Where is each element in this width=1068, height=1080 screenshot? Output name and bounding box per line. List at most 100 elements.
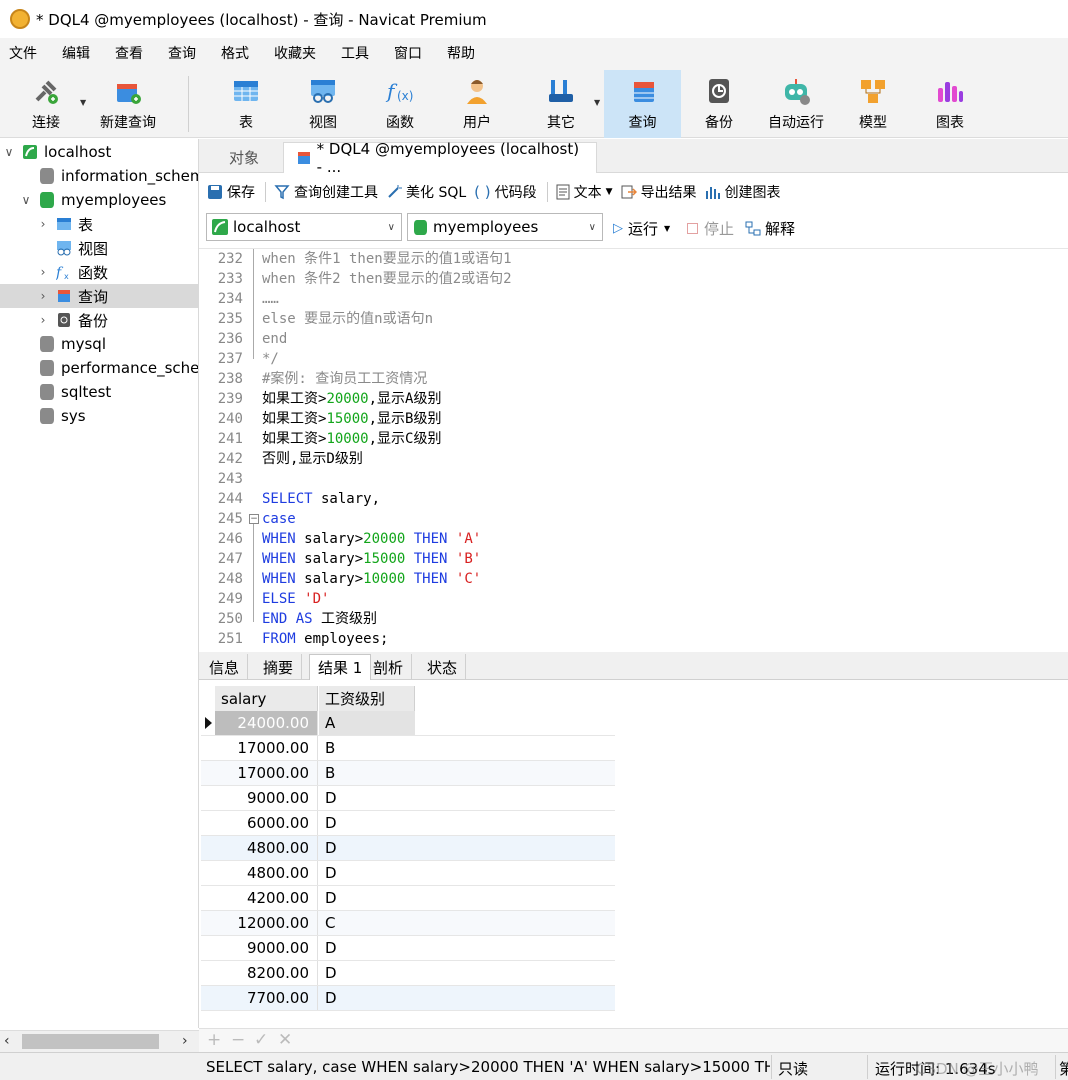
- chevron-down-icon[interactable]: ∨: [3, 145, 15, 159]
- menu-file[interactable]: 文件: [0, 38, 53, 70]
- beautify-sql-button[interactable]: 美化 SQL: [386, 182, 466, 202]
- table-row[interactable]: 6000.00 D: [201, 811, 615, 836]
- current-row-indicator-icon: [205, 717, 212, 729]
- chevron-right-icon[interactable]: ›: [37, 265, 49, 279]
- table-row[interactable]: 9000.00 D: [201, 786, 615, 811]
- run-button[interactable]: ▷ 运行 ▼: [613, 218, 670, 239]
- menu-edit[interactable]: 编辑: [53, 38, 106, 70]
- menu-tools[interactable]: 工具: [332, 38, 385, 70]
- connect-dropdown-icon[interactable]: ▼: [80, 98, 86, 107]
- table-row[interactable]: 12000.00 C: [201, 911, 615, 936]
- column-header-grade[interactable]: 工资级别: [319, 686, 415, 711]
- scrollbar-thumb[interactable]: [22, 1034, 159, 1049]
- column-header-salary[interactable]: salary: [215, 686, 318, 711]
- menu-query[interactable]: 查询: [159, 38, 212, 70]
- connect-button[interactable]: 连接: [18, 70, 74, 138]
- table-button[interactable]: 表: [208, 70, 284, 138]
- text-button[interactable]: 文本 ▼: [556, 182, 613, 202]
- table-row[interactable]: 4800.00 D: [201, 861, 615, 886]
- line-number: 249: [217, 591, 243, 607]
- menu-view[interactable]: 查看: [106, 38, 159, 70]
- result-grid[interactable]: salary 工资级别 24000.00 A 17000.00 B 17000.00…: [199, 681, 1068, 1026]
- tree-db-myemployees[interactable]: ∨ myemployees: [0, 188, 198, 212]
- query-button[interactable]: 查询: [604, 70, 681, 138]
- menu-window[interactable]: 窗口: [385, 38, 438, 70]
- menu-format[interactable]: 格式: [212, 38, 265, 70]
- tree-item-views[interactable]: 视图: [0, 236, 198, 260]
- backup-button[interactable]: 备份: [681, 70, 757, 138]
- tab-info[interactable]: 信息: [201, 654, 249, 680]
- chevron-right-icon[interactable]: ›: [37, 313, 49, 327]
- tab-result-1[interactable]: 结果 1: [309, 654, 372, 680]
- chevron-down-icon: ∨: [588, 221, 596, 233]
- fold-collapse-icon[interactable]: −: [249, 514, 259, 524]
- line-number: 248: [217, 571, 243, 587]
- tab-profile[interactable]: 剖析: [365, 654, 413, 680]
- run-dropdown-icon[interactable]: ▼: [664, 224, 670, 233]
- table-row[interactable]: 4800.00 D: [201, 836, 615, 861]
- table-row[interactable]: 8200.00 D: [201, 961, 615, 986]
- stop-button[interactable]: 停止: [687, 218, 734, 239]
- database-icon: [40, 360, 54, 376]
- automation-button[interactable]: 自动运行: [758, 70, 834, 138]
- other-dropdown-icon[interactable]: ▼: [594, 98, 600, 107]
- new-query-button[interactable]: 新建查询: [94, 70, 162, 138]
- table-row[interactable]: 17000.00 B: [201, 736, 615, 761]
- chevron-right-icon[interactable]: ›: [37, 217, 49, 231]
- table-row[interactable]: 7700.00 D: [201, 986, 615, 1011]
- table-row[interactable]: 24000.00 A: [201, 711, 615, 736]
- sidebar-horizontal-scrollbar[interactable]: ‹ ›: [0, 1030, 199, 1052]
- code-snippet-button[interactable]: ( ) 代码段: [474, 182, 536, 202]
- database-select[interactable]: myemployees ∨: [407, 213, 603, 241]
- tree-db-information-schema[interactable]: information_schema: [0, 164, 198, 188]
- table-row[interactable]: 9000.00 D: [201, 936, 615, 961]
- function-button[interactable]: f (x) 函数: [362, 70, 438, 138]
- delete-record-icon[interactable]: −: [231, 1030, 245, 1050]
- add-record-icon[interactable]: +: [207, 1030, 221, 1050]
- tab-query-editor[interactable]: * DQL4 @myemployees (localhost) - ...: [283, 140, 597, 176]
- tree-db-sqltest[interactable]: sqltest: [0, 380, 198, 404]
- table-row[interactable]: 4200.00 D: [201, 886, 615, 911]
- tree-item-backups[interactable]: › 备份: [0, 308, 198, 332]
- tab-objects[interactable]: 对象: [217, 142, 271, 173]
- scroll-left-icon[interactable]: ‹: [4, 1033, 10, 1049]
- tree-item-tables[interactable]: › 表: [0, 212, 198, 236]
- user-button[interactable]: 用户: [439, 70, 515, 138]
- save-button[interactable]: 保存: [207, 182, 255, 202]
- tab-status[interactable]: 状态: [419, 654, 467, 680]
- table-row[interactable]: 17000.00 B: [201, 761, 615, 786]
- scroll-right-icon[interactable]: ›: [182, 1033, 188, 1049]
- tree-item-queries[interactable]: › 查询: [0, 284, 198, 308]
- tree-db-performance-schema[interactable]: performance_schema: [0, 356, 198, 380]
- tree-connection-localhost[interactable]: ∨ localhost: [0, 140, 198, 164]
- view-icon: [308, 76, 338, 106]
- menu-favorites[interactable]: 收藏夹: [265, 38, 332, 70]
- other-button[interactable]: 其它: [523, 70, 599, 138]
- line-number: 244: [217, 491, 243, 507]
- apply-changes-icon[interactable]: ✓: [254, 1030, 268, 1050]
- create-chart-button[interactable]: 创建图表: [705, 182, 781, 202]
- sql-editor[interactable]: 232 233 234 235 236 237 238 239 240 241 …: [199, 248, 1068, 650]
- code-line: when 条件2 then要显示的值2或语句2: [262, 271, 512, 287]
- status-sql-text: SELECT salary, case WHEN salary>20000 TH…: [206, 1058, 770, 1076]
- tree-item-functions[interactable]: › fx 函数: [0, 260, 198, 284]
- menu-help[interactable]: 帮助: [438, 38, 491, 70]
- tree-db-mysql[interactable]: mysql: [0, 332, 198, 356]
- chevron-down-icon[interactable]: ∨: [20, 193, 32, 207]
- tree-db-sys[interactable]: sys: [0, 404, 198, 428]
- result-tabs: 信息 摘要 结果 1 剖析 状态: [199, 652, 1068, 680]
- tab-summary[interactable]: 摘要: [255, 654, 303, 680]
- model-button[interactable]: 模型: [835, 70, 911, 138]
- explain-button[interactable]: 解释: [745, 218, 795, 239]
- document-icon: [556, 184, 570, 200]
- export-results-button[interactable]: 导出结果: [621, 182, 697, 202]
- magic-wand-icon: [388, 185, 402, 198]
- chart-button[interactable]: 图表: [912, 70, 988, 138]
- dropdown-arrow-icon[interactable]: ▼: [606, 187, 613, 197]
- discard-changes-icon[interactable]: ✕: [278, 1030, 292, 1050]
- chevron-right-icon[interactable]: ›: [37, 289, 49, 303]
- query-toolbar: 保存 查询创建工具 美化 SQL ( ) 代码段 文本 ▼ 导出结果 创建图表: [199, 174, 1068, 210]
- connection-select[interactable]: localhost ∨: [206, 213, 402, 241]
- view-button[interactable]: 视图: [285, 70, 361, 138]
- query-builder-button[interactable]: 查询创建工具: [274, 182, 378, 202]
